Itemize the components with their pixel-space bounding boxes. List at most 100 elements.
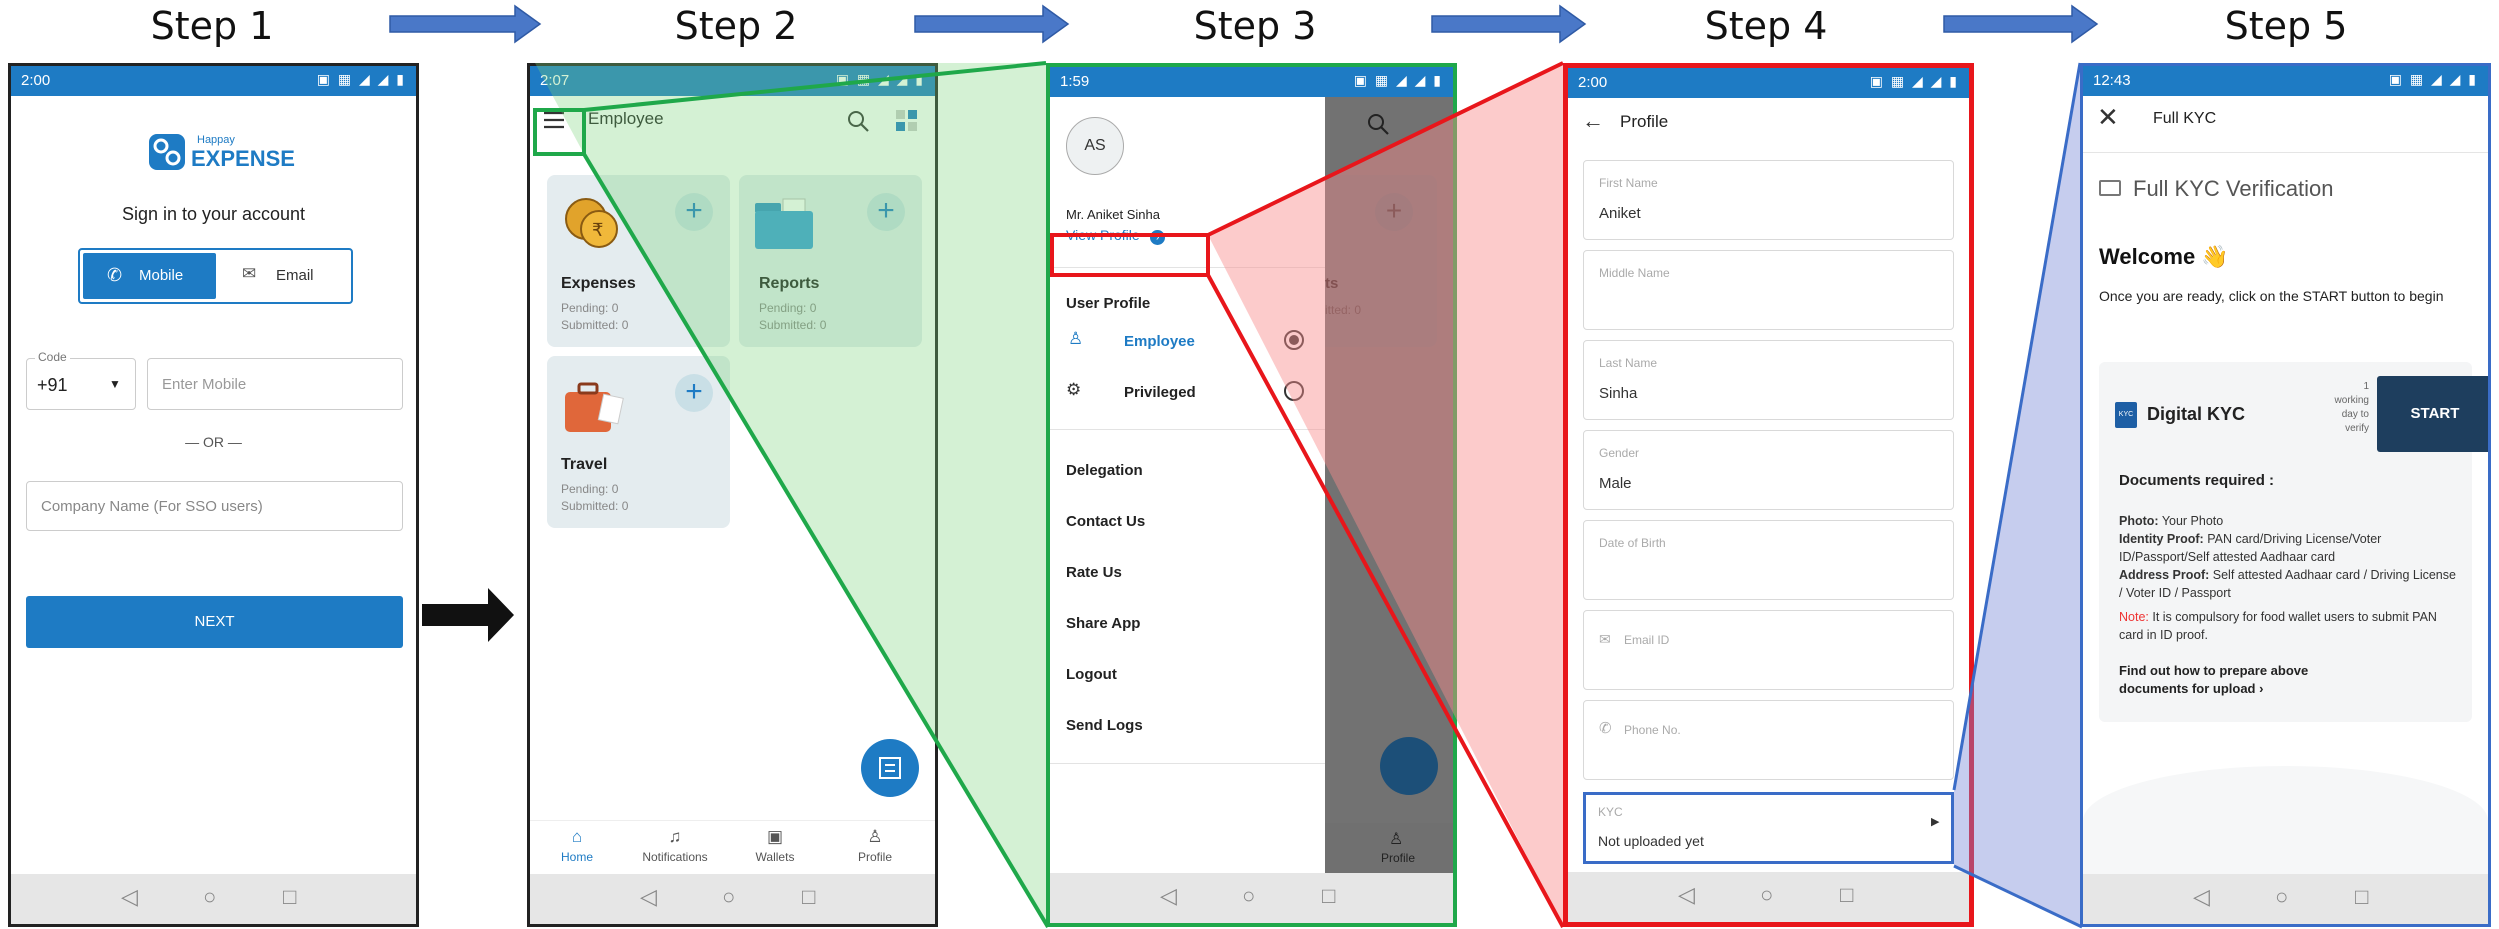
reports-card[interactable]: + Reports Pending: 0 Submitted: 0 bbox=[739, 175, 922, 347]
doc-identity-label: Identity Proof: bbox=[2119, 532, 2204, 546]
status-icons: ▣ ▦ ◢ ◢ ▮ bbox=[1869, 73, 1959, 89]
menu-logout[interactable]: Logout bbox=[1066, 666, 1117, 683]
field-value: Sinha bbox=[1599, 385, 1638, 402]
divider bbox=[1050, 429, 1325, 430]
home-icon[interactable]: ○ bbox=[2275, 884, 2288, 910]
dob-field[interactable]: Date of Birth bbox=[1583, 520, 1954, 600]
back-icon[interactable]: ◁ bbox=[2193, 884, 2210, 910]
eta-line-1: 1 bbox=[2363, 381, 2369, 392]
field-label: Gender bbox=[1599, 446, 1640, 460]
back-icon[interactable]: ◁ bbox=[640, 884, 657, 910]
view-profile-label: View Profile bbox=[1066, 227, 1140, 243]
close-icon[interactable]: ✕ bbox=[2097, 102, 2119, 133]
recents-icon[interactable]: □ bbox=[2355, 884, 2368, 910]
country-code-select[interactable]: Code +91 ▼ bbox=[26, 350, 136, 410]
welcome-text: Welcome 👋 bbox=[2099, 244, 2229, 269]
status-bar: 12:43 ▣ ▦ ◢ ◢ ▮ bbox=[2083, 66, 2488, 96]
privileged-option[interactable]: ⚙ Privileged bbox=[1066, 380, 1321, 408]
add-travel-button[interactable]: + bbox=[675, 374, 713, 412]
doc-address-label: Address Proof: bbox=[2119, 568, 2210, 582]
doc-note-text: It is compulsory for food wallet users t… bbox=[2119, 610, 2437, 642]
recents-icon[interactable]: □ bbox=[1322, 883, 1335, 909]
add-expense-button[interactable]: + bbox=[675, 193, 713, 231]
android-nav-bar: ◁ ○ □ bbox=[2083, 874, 2488, 924]
gender-field[interactable]: Gender Male bbox=[1583, 430, 1954, 510]
status-time: 2:00 bbox=[1578, 74, 1608, 91]
home-icon[interactable]: ○ bbox=[722, 884, 735, 910]
tab-home-label: Home bbox=[560, 850, 593, 864]
recents-icon[interactable]: □ bbox=[1840, 882, 1853, 908]
dimmed-background[interactable]: + ts itted: 0 bbox=[1325, 97, 1453, 843]
suitcase-icon bbox=[561, 378, 625, 443]
recents-icon[interactable]: □ bbox=[283, 884, 296, 910]
divider bbox=[1050, 763, 1325, 764]
middle-name-field[interactable]: Middle Name bbox=[1583, 250, 1954, 330]
back-icon[interactable]: ◁ bbox=[1160, 883, 1177, 909]
doc-address: Address Proof: Self attested Aadhaar car… bbox=[2119, 566, 2459, 602]
login-method-toggle: ✆ Mobile ✉ Email bbox=[78, 248, 353, 304]
employee-option[interactable]: ♙ Employee bbox=[1066, 329, 1321, 357]
back-icon[interactable]: ◁ bbox=[121, 884, 138, 910]
email-icon: ✉ bbox=[1599, 631, 1611, 647]
svg-text:₹: ₹ bbox=[592, 220, 603, 241]
doc-photo-text: Your Photo bbox=[2158, 514, 2224, 528]
tab-notifications[interactable]: ♫ Notifications bbox=[630, 827, 720, 864]
tab-profile[interactable]: ♙ Profile bbox=[835, 827, 915, 864]
android-nav-bar: ◁ ○ □ bbox=[1050, 873, 1453, 923]
hamburger-menu-icon[interactable] bbox=[542, 110, 566, 130]
status-bar: 2:00 ▣ ▦ ◢ ◢ ▮ bbox=[1568, 68, 1969, 98]
brand-small: Happay bbox=[197, 134, 235, 146]
status-time: 2:00 bbox=[21, 72, 51, 89]
card-pending: Pending: 0 bbox=[561, 301, 619, 315]
first-name-field[interactable]: First Name Aniket bbox=[1583, 160, 1954, 240]
menu-rate-us[interactable]: Rate Us bbox=[1066, 564, 1122, 581]
field-label: Email ID bbox=[1624, 633, 1670, 647]
menu-contact-us[interactable]: Contact Us bbox=[1066, 513, 1145, 530]
last-name-field[interactable]: Last Name Sinha bbox=[1583, 340, 1954, 420]
email-field[interactable]: ✉ Email ID bbox=[1583, 610, 1954, 690]
intro-text: Once you are ready, click on the START b… bbox=[2099, 288, 2444, 304]
company-input[interactable]: Company Name (For SSO users) bbox=[26, 481, 403, 531]
menu-send-logs[interactable]: Send Logs bbox=[1066, 717, 1143, 734]
menu-share-app[interactable]: Share App bbox=[1066, 615, 1140, 632]
card-submitted: Submitted: 0 bbox=[759, 318, 827, 332]
next-button[interactable]: NEXT bbox=[26, 596, 403, 648]
find-out-link[interactable]: Find out how to prepare above documents … bbox=[2119, 662, 2359, 698]
card-peek-sub: itted: 0 bbox=[1325, 303, 1362, 317]
tab-wallets[interactable]: ▣ Wallets bbox=[740, 827, 810, 864]
home-icon[interactable]: ○ bbox=[203, 884, 216, 910]
travel-card[interactable]: + Travel Pending: 0 Submitted: 0 bbox=[547, 356, 730, 528]
bottom-bar-peek: ♙ Profile bbox=[1325, 823, 1453, 879]
mobile-input[interactable]: Enter Mobile bbox=[147, 358, 403, 410]
docs-list: Photo: Your Photo Identity Proof: PAN ca… bbox=[2119, 512, 2459, 644]
tab-mobile[interactable]: ✆ Mobile bbox=[83, 253, 216, 299]
scan-receipt-fab[interactable] bbox=[861, 739, 919, 797]
home-icon[interactable]: ○ bbox=[1242, 883, 1255, 909]
phone-home: 2:07 ▣ ▦ ◢ ◢ ▮ Employee ₹ + Expenses Pen… bbox=[527, 63, 938, 927]
back-arrow-icon[interactable]: ← bbox=[1582, 108, 1604, 134]
expenses-card[interactable]: ₹ + Expenses Pending: 0 Submitted: 0 bbox=[547, 175, 730, 347]
brand-name: EXPENSE bbox=[191, 146, 295, 171]
view-profile-link[interactable]: View Profile › bbox=[1066, 227, 1166, 245]
happay-logo-icon bbox=[149, 134, 185, 170]
home-icon[interactable]: ○ bbox=[1760, 882, 1773, 908]
tab-home[interactable]: ⌂ Home bbox=[542, 827, 612, 864]
card-title: Expenses bbox=[561, 275, 636, 292]
kyc-row[interactable]: KYC Not uploaded yet ▶ bbox=[1583, 792, 1954, 864]
menu-delegation[interactable]: Delegation bbox=[1066, 462, 1143, 479]
card-title: Reports bbox=[759, 275, 820, 292]
tab-email[interactable]: ✉ Email bbox=[220, 253, 350, 299]
add-report-button[interactable]: + bbox=[867, 193, 905, 231]
divider bbox=[2083, 152, 2488, 153]
status-time: 1:59 bbox=[1060, 73, 1090, 90]
kyc-value: Not uploaded yet bbox=[1598, 833, 1704, 849]
back-icon[interactable]: ◁ bbox=[1678, 882, 1695, 908]
start-button[interactable]: START bbox=[2377, 376, 2488, 452]
status-bar: 1:59 ▣ ▦ ◢ ◢ ▮ bbox=[1050, 67, 1453, 97]
phone-field[interactable]: ✆ Phone No. bbox=[1583, 700, 1954, 780]
search-icon[interactable] bbox=[845, 108, 871, 139]
recents-icon[interactable]: □ bbox=[802, 884, 815, 910]
qr-scan-icon[interactable] bbox=[896, 110, 918, 132]
code-label: Code bbox=[35, 350, 70, 364]
bell-icon: ♫ bbox=[668, 827, 682, 846]
